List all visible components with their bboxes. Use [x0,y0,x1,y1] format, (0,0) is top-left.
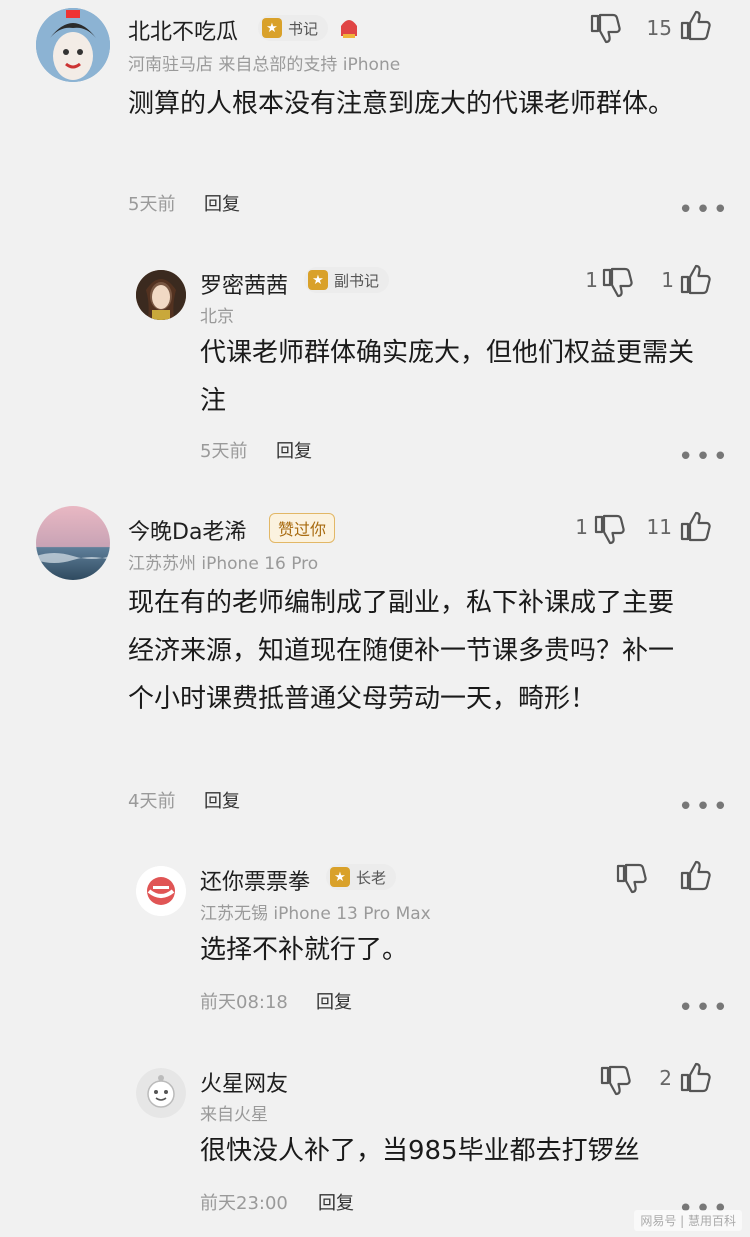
badge-label: 书记 [288,19,319,38]
comment-meta: 北京 [200,307,234,327]
badge-label: 副书记 [334,271,380,290]
rank-badge: ★ 副书记 [304,267,390,293]
username[interactable]: 还你票票拳 [200,864,310,896]
username[interactable]: 火星网友 [200,1066,288,1098]
like-count: 2 [659,1066,672,1090]
comment-text: 选择不补就行了。 [200,935,409,965]
comment-time: 4天前 [128,791,176,812]
reply-button[interactable]: 回复 [204,190,240,216]
reply-button[interactable]: 回复 [204,787,240,813]
more-dots-icon[interactable]: ••• [678,197,730,223]
avatar[interactable] [136,270,186,320]
more-dots-icon[interactable]: ••• [678,794,730,820]
thumbs-up-icon[interactable] [678,509,712,543]
avatar[interactable] [136,1068,186,1118]
comment-meta: 河南驻马店 来自总部的支持 iPhone [128,55,401,75]
thumbs-down-icon[interactable] [588,12,622,46]
avatar[interactable] [36,506,110,580]
thumbs-up-icon[interactable] [678,858,712,892]
more-dots-icon[interactable]: ••• [678,444,730,470]
comment-text: 测算的人根本没有注意到庞大的代课老师群体。 [128,89,675,119]
reply-button[interactable]: 回复 [316,988,352,1014]
comment-meta: 江苏无锡 iPhone 13 Pro Max [200,904,431,924]
dislike-count: 1 [585,268,598,292]
comment-text: 代课老师群体确实庞大，但他们权益更需关注 [200,338,695,416]
crown-icon [338,16,360,40]
thumbs-up-icon[interactable] [678,1060,712,1094]
dislike-count: 1 [575,515,588,539]
star-icon: ★ [330,867,350,887]
avatar[interactable] [36,8,110,82]
thumbs-down-icon[interactable] [598,1064,632,1098]
comment-time: 5天前 [128,194,176,215]
comment-meta: 来自火星 [200,1105,268,1125]
rank-badge: ★ 书记 [258,15,329,41]
username[interactable]: 今晚Da老浠 [128,514,246,546]
like-count: 1 [661,268,674,292]
comment-meta: 江苏苏州 iPhone 16 Pro [128,554,319,574]
star-icon: ★ [262,18,282,38]
like-count: 15 [646,16,672,40]
comment-text: 现在有的老师编制成了副业，私下补课成了主要经济来源，知道现在随便补一节课多贵吗？… [128,588,675,714]
watermark: 网易号 | 慧用百科 [634,1210,742,1231]
comment-time: 前天23:00 [200,1193,288,1214]
badge-label: 长老 [356,868,387,887]
comment-time: 前天08:18 [200,992,288,1013]
username[interactable]: 北北不吃瓜 [128,14,238,46]
thumbs-up-icon[interactable] [678,8,712,42]
thumbs-down-icon[interactable] [614,862,648,896]
rank-badge: ★ 长老 [326,864,397,890]
like-count: 11 [646,515,672,539]
comment-time: 5天前 [200,441,248,462]
reply-button[interactable]: 回复 [318,1189,354,1215]
reply-button[interactable]: 回复 [276,437,312,463]
praised-you-badge: 赞过你 [269,513,336,543]
avatar[interactable] [136,866,186,916]
comment-text: 很快没人补了，当985毕业都去打锣丝 [200,1136,640,1166]
thumbs-up-icon[interactable] [678,262,712,296]
username[interactable]: 罗密茜茜 [200,268,288,300]
star-icon: ★ [308,270,328,290]
more-dots-icon[interactable]: ••• [678,995,730,1021]
thumbs-down-icon[interactable] [600,266,634,300]
thumbs-down-icon[interactable] [592,513,626,547]
